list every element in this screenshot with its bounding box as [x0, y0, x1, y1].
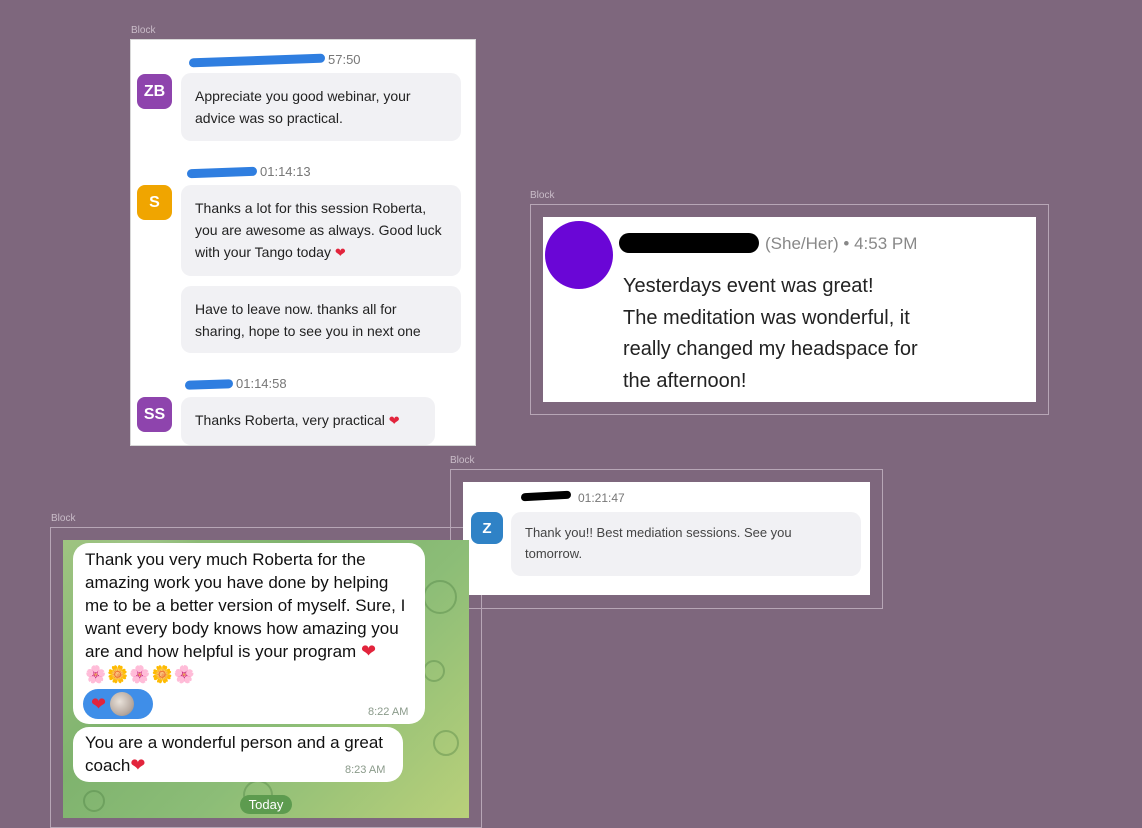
message-text: Have to leave now. thanks all for sharin…	[195, 301, 421, 339]
heart-icon: ❤	[334, 245, 346, 260]
background-doodle	[433, 730, 459, 756]
block-label: Block	[51, 513, 76, 524]
avatar	[110, 692, 135, 716]
heart-icon: ❤	[360, 641, 377, 661]
message-line: the afternoon!	[623, 369, 747, 392]
redacted-name	[189, 53, 325, 68]
avatar: Z	[471, 512, 503, 544]
message-time: 8:23 AM	[345, 764, 386, 776]
message-bubble: You are a wonderful person and a great c…	[73, 727, 403, 782]
heart-icon: ❤	[91, 694, 107, 714]
message-line: Yesterdays event was great!	[623, 275, 874, 297]
block-label: Block	[131, 25, 156, 36]
block-label: Block	[530, 190, 555, 201]
chat-card-webinar: 57:50 ZB Appreciate you good webinar, yo…	[130, 39, 476, 446]
chat-card-event: (She/Her) • 4:53 PM Yesterdays event was…	[543, 217, 1036, 402]
message-bubble: Appreciate you good webinar, your advice…	[181, 73, 461, 141]
telegram-chat: Thank you very much Roberta for the amaz…	[63, 540, 469, 818]
message-time: 8:22 AM	[368, 706, 409, 718]
message-time: 01:14:58	[236, 376, 287, 391]
message-header: 01:14:13	[187, 164, 311, 179]
message-text: Thanks Roberta, very practical	[195, 412, 385, 428]
avatar	[545, 221, 613, 289]
message-bubble: Thank you!! Best mediation sessions. See…	[511, 512, 861, 576]
message-time: 57:50	[328, 52, 361, 67]
reaction-button[interactable]: ❤	[83, 689, 153, 719]
heart-icon: ❤	[130, 755, 146, 775]
block-label: Block	[450, 455, 475, 466]
message-text: Thank you!! Best mediation sessions. See…	[525, 525, 792, 561]
avatar: S	[137, 185, 172, 220]
date-badge: Today	[240, 795, 292, 814]
flower-emoji: 🌸🌼🌸🌼🌸	[85, 665, 196, 684]
heart-icon: ❤	[388, 413, 400, 428]
background-doodle	[423, 580, 457, 614]
message-bubble: Thanks a lot for this session Roberta, y…	[181, 185, 461, 276]
message-bubble: Thank you very much Roberta for the amaz…	[73, 543, 425, 724]
message-text: Thank you very much Roberta for the amaz…	[85, 550, 406, 661]
message-text: Thanks a lot for this session Roberta, y…	[195, 200, 442, 260]
message-time: 01:14:13	[260, 164, 311, 179]
avatar: SS	[137, 397, 172, 432]
redacted-name	[185, 379, 233, 390]
chat-card-meditation: 01:21:47 Z Thank you!! Best mediation se…	[463, 482, 870, 595]
message-line: The meditation was wonderful, it	[623, 306, 910, 329]
message-time: 01:21:47	[578, 491, 625, 505]
redacted-name	[521, 490, 571, 502]
redacted-name	[619, 233, 759, 253]
message-text: Yesterdays event was great! The meditati…	[623, 271, 963, 397]
message-header: 01:14:58	[185, 376, 287, 391]
avatar: ZB	[137, 74, 172, 109]
background-doodle	[423, 660, 445, 682]
background-doodle	[83, 790, 105, 812]
message-bubble: Thanks Roberta, very practical ❤	[181, 397, 435, 445]
redacted-name	[187, 166, 257, 179]
message-line: really changed my headspace for	[623, 338, 918, 360]
message-text: Appreciate you good webinar, your advice…	[195, 88, 411, 126]
message-meta: (She/Her) • 4:53 PM	[765, 234, 918, 253]
message-header: 57:50	[189, 52, 361, 68]
message-bubble: Have to leave now. thanks all for sharin…	[181, 286, 461, 353]
